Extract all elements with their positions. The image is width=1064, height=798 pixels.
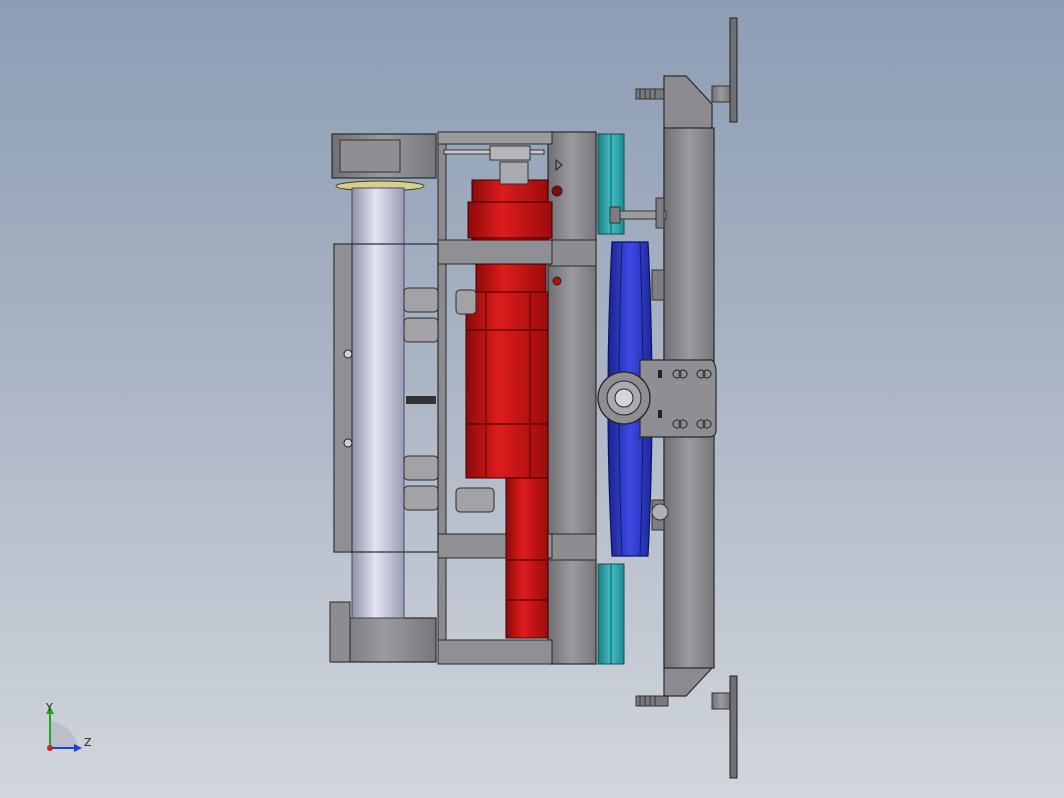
- red-motor: [465, 161, 553, 639]
- cad-assembly-drawing[interactable]: Y Z: [0, 0, 1064, 798]
- axis-triad: Y Z: [45, 701, 92, 752]
- cad-viewport[interactable]: Y Z: [0, 0, 1064, 798]
- z-axis-label: Z: [84, 736, 92, 749]
- y-axis-label: Y: [45, 701, 53, 714]
